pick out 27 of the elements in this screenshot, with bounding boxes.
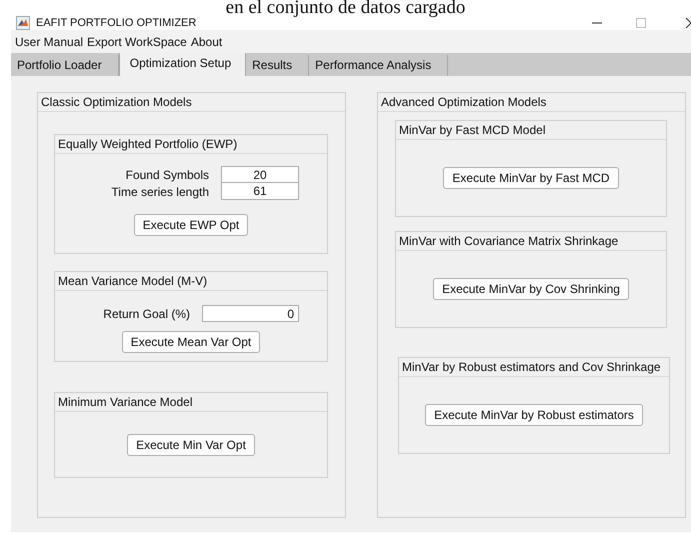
group-title: MinVar by Robust estimators and Cov Shrinkage: [399, 358, 669, 377]
execute-button[interactable]: Execute EWP Opt: [134, 214, 248, 236]
field-label: Found Symbols: [126, 168, 209, 182]
group-title: Minimum Variance Model: [55, 393, 327, 412]
group-title: MinVar by Fast MCD Model: [396, 121, 666, 140]
execute-button[interactable]: Execute MinVar by Robust estimators: [425, 404, 643, 426]
execute-button[interactable]: Execute Min Var Opt: [127, 434, 255, 456]
tab[interactable]: Optimization Setup: [118, 53, 246, 76]
value-field[interactable]: 61: [221, 183, 299, 200]
panel-title: Classic Optimization Models: [38, 93, 345, 112]
execute-button[interactable]: Execute MinVar by Cov Shrinking: [433, 278, 629, 300]
execute-button[interactable]: Execute MinVar by Fast MCD: [443, 167, 619, 189]
close-icon[interactable]: [685, 17, 691, 29]
group-title: Equally Weighted Portfolio (EWP): [55, 135, 327, 154]
menu-item[interactable]: Export WorkSpace: [87, 34, 187, 48]
caption-text: en el conjunto de datos cargado: [226, 0, 466, 16]
group-title: MinVar with Covariance Matrix Shrinkage: [396, 232, 666, 251]
input-field[interactable]: 0: [202, 305, 299, 322]
field-label: Time series length: [111, 184, 209, 198]
group-title: Mean Variance Model (M-V): [55, 272, 327, 291]
execute-button[interactable]: Execute Mean Var Opt: [122, 331, 260, 353]
value-field[interactable]: 20: [221, 166, 299, 183]
panel-title: Advanced Optimization Models: [378, 93, 685, 112]
menu-item[interactable]: About: [190, 34, 222, 48]
menu-item[interactable]: User Manual: [15, 34, 84, 48]
field-label: Return Goal (%): [103, 306, 190, 320]
window-title: EAFIT PORTFOLIO OPTIMIZER: [36, 17, 196, 29]
